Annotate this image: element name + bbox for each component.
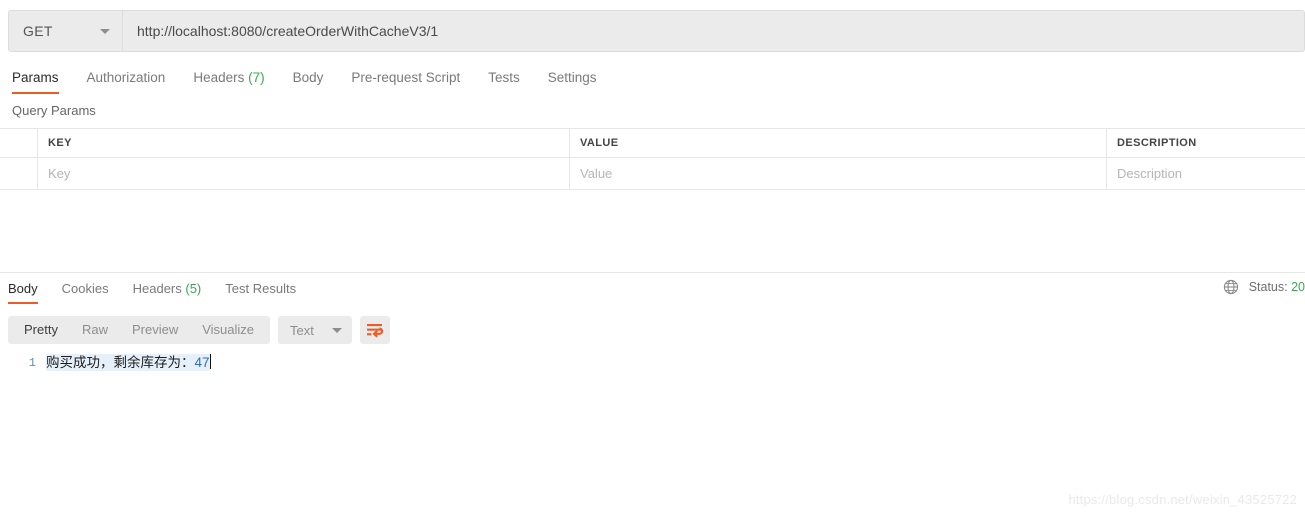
chevron-down-icon: [331, 327, 342, 333]
tab-pre-request-script-label: Pre-request Script: [351, 70, 461, 85]
request-url-input[interactable]: http://localhost:8080/createOrderWithCac…: [123, 10, 1305, 52]
query-params-title: Query Params: [12, 103, 96, 118]
response-tab-headers-count: (5): [185, 281, 202, 296]
tab-tests-label: Tests: [488, 70, 520, 85]
text-caret: [209, 354, 211, 369]
tab-headers[interactable]: Headers (7): [179, 70, 278, 94]
table-row: Key Value Description: [0, 157, 1305, 189]
param-description-placeholder: Description: [1117, 166, 1183, 181]
header-value-label: VALUE: [580, 137, 619, 149]
tab-tests[interactable]: Tests: [474, 70, 534, 94]
watermark: https://blog.csdn.net/weixin_43525722: [1068, 492, 1297, 507]
chevron-down-icon: [100, 28, 110, 34]
tab-headers-label: Headers: [193, 70, 245, 85]
response-body-toolbar: Pretty Raw Preview Visualize Text: [8, 316, 390, 344]
response-tab-body-label: Body: [8, 281, 38, 296]
response-divider: [0, 272, 1305, 273]
tab-headers-count: (7): [248, 70, 265, 85]
response-tab-bar: Body Cookies Headers (5) Test Results: [0, 276, 1305, 304]
tab-settings-label: Settings: [547, 70, 597, 85]
status-code: 20: [1291, 280, 1305, 294]
response-tab-cookies-label: Cookies: [61, 281, 109, 296]
response-body-stock-value: 47: [194, 355, 210, 370]
response-tab-cookies[interactable]: Cookies: [50, 281, 121, 304]
tab-body[interactable]: Body: [279, 70, 338, 94]
view-mode-raw[interactable]: Raw: [70, 316, 120, 344]
status-badge: Status: 20: [1249, 280, 1305, 294]
view-mode-pretty[interactable]: Pretty: [12, 316, 70, 344]
tab-params[interactable]: Params: [8, 70, 73, 94]
row-checkbox-cell[interactable]: [0, 158, 38, 189]
response-format-label: Text: [290, 322, 314, 338]
table-header-row: KEY VALUE DESCRIPTION: [0, 129, 1305, 157]
response-tab-headers[interactable]: Headers (5): [121, 281, 214, 304]
param-key-placeholder: Key: [48, 166, 71, 181]
http-method-label: GET: [23, 23, 53, 39]
response-body-line[interactable]: 购买成功，剩余库存为：47: [44, 352, 211, 374]
response-tab-test-results[interactable]: Test Results: [213, 281, 308, 304]
header-key-cell: KEY: [38, 129, 570, 157]
word-wrap-button[interactable]: [359, 316, 390, 344]
param-key-input[interactable]: Key: [38, 158, 570, 189]
param-description-input[interactable]: Description: [1107, 158, 1305, 189]
query-params-table: KEY VALUE DESCRIPTION Key Value Descript…: [0, 128, 1305, 190]
tab-body-label: Body: [292, 70, 324, 85]
tab-pre-request-script[interactable]: Pre-request Script: [337, 70, 474, 94]
view-mode-preview[interactable]: Preview: [120, 316, 190, 344]
http-method-select[interactable]: GET: [8, 10, 123, 52]
response-format-select[interactable]: Text: [278, 316, 352, 344]
tab-params-label: Params: [12, 70, 59, 85]
line-number: 1: [28, 356, 36, 370]
tab-settings[interactable]: Settings: [534, 70, 611, 94]
response-tab-test-results-label: Test Results: [225, 281, 297, 296]
response-body-viewer[interactable]: 1 购买成功，剩余库存为：47: [0, 352, 1305, 382]
header-description-cell: DESCRIPTION: [1107, 129, 1305, 157]
header-description-label: DESCRIPTION: [1117, 137, 1197, 149]
view-mode-group: Pretty Raw Preview Visualize: [8, 316, 271, 344]
header-checkbox-cell: [0, 129, 38, 157]
param-value-input[interactable]: Value: [570, 158, 1107, 189]
header-key-label: KEY: [48, 137, 72, 149]
tab-authorization-label: Authorization: [86, 70, 166, 85]
response-tab-headers-label: Headers: [132, 281, 182, 296]
response-body-text-prefix: 购买成功，剩余库存为：: [46, 355, 195, 370]
request-url-bar: GET http://localhost:8080/createOrderWit…: [8, 10, 1305, 52]
globe-icon[interactable]: [1223, 279, 1239, 295]
param-value-placeholder: Value: [580, 166, 613, 181]
response-body-text: 购买成功，剩余库存为：47: [46, 354, 210, 371]
word-wrap-icon: [366, 324, 383, 338]
request-tab-bar: Params Authorization Headers (7) Body Pr…: [0, 62, 1305, 94]
header-value-cell: VALUE: [570, 129, 1107, 157]
tab-authorization[interactable]: Authorization: [73, 70, 180, 94]
status-label: Status:: [1248, 280, 1288, 294]
response-meta: Status: 20: [1223, 279, 1305, 295]
view-mode-visualize[interactable]: Visualize: [190, 316, 266, 344]
response-tab-body[interactable]: Body: [4, 281, 50, 304]
